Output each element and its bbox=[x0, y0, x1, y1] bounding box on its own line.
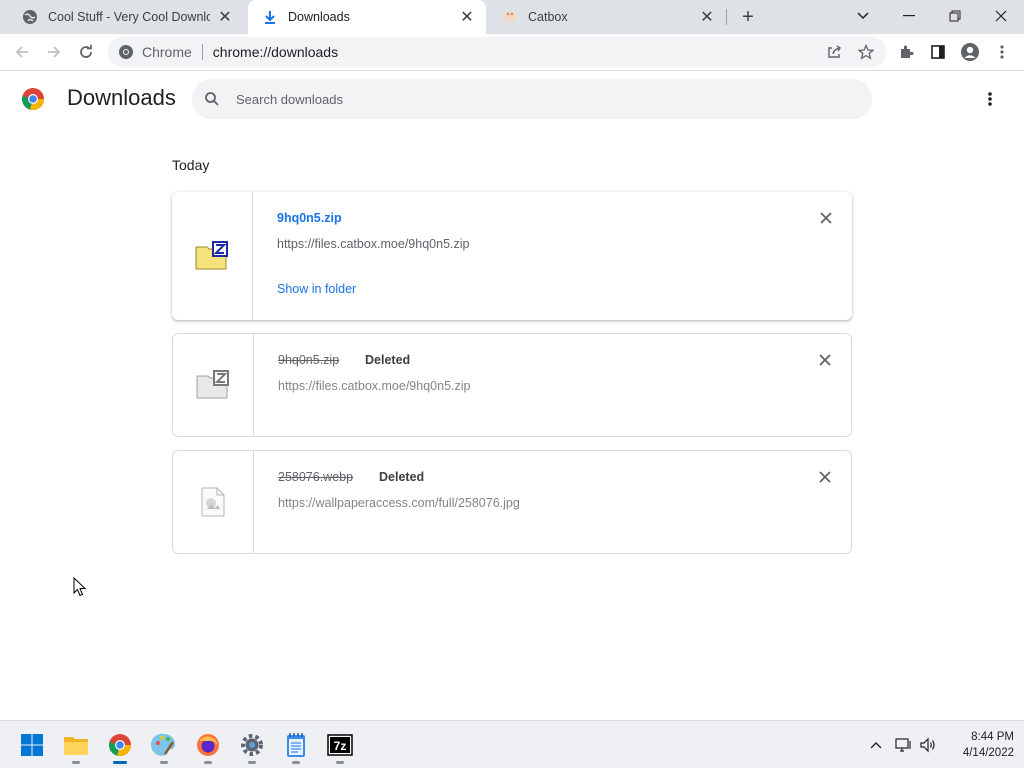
running-indicator bbox=[204, 761, 212, 764]
download-icon bbox=[262, 9, 278, 25]
tab-cool-stuff[interactable]: Cool Stuff - Very Cool Downloads ✕ bbox=[8, 0, 244, 34]
search-icon bbox=[204, 91, 220, 107]
date-section-label: Today bbox=[172, 157, 210, 173]
notepad-icon bbox=[285, 732, 307, 758]
running-indicator bbox=[72, 761, 80, 764]
address-bar[interactable]: Chrome chrome://downloads bbox=[108, 37, 886, 67]
taskbar-firefox[interactable] bbox=[192, 729, 224, 764]
chevron-up-icon[interactable] bbox=[866, 735, 886, 755]
file-icon-column bbox=[173, 451, 254, 553]
bookmark-star-icon[interactable] bbox=[854, 40, 878, 64]
taskbar-paint[interactable] bbox=[148, 729, 180, 764]
remove-item-icon[interactable] bbox=[817, 469, 833, 485]
page-title: Downloads bbox=[67, 85, 176, 110]
taskbar-file-explorer[interactable] bbox=[60, 729, 92, 764]
chrome-menu-icon[interactable] bbox=[990, 40, 1014, 64]
tab-separator bbox=[726, 9, 727, 25]
new-tab-icon[interactable]: + bbox=[736, 5, 760, 29]
extensions-icon[interactable] bbox=[894, 40, 918, 64]
file-icon-column bbox=[173, 334, 254, 436]
chrome-logo-icon bbox=[21, 87, 45, 111]
forward-icon[interactable] bbox=[42, 40, 66, 64]
search-input[interactable] bbox=[236, 91, 836, 107]
clock-time: 8:44 PM bbox=[971, 731, 1014, 743]
remove-item-icon[interactable] bbox=[817, 352, 833, 368]
start-button[interactable] bbox=[16, 729, 48, 761]
mouse-cursor-icon bbox=[73, 576, 87, 602]
download-item: 9hq0n5.zip Deleted https://files.catbox.… bbox=[172, 333, 852, 437]
firefox-icon bbox=[196, 733, 220, 757]
running-indicator bbox=[248, 761, 256, 764]
file-source-url[interactable]: https://files.catbox.moe/9hq0n5.zip bbox=[277, 237, 469, 251]
file-name-deleted: 258076.webp bbox=[278, 470, 353, 484]
url-text: chrome://downloads bbox=[212, 44, 339, 60]
taskbar-settings[interactable] bbox=[236, 729, 268, 764]
running-indicator bbox=[336, 761, 344, 764]
network-icon[interactable] bbox=[894, 735, 914, 755]
running-indicator bbox=[292, 761, 300, 764]
active-indicator bbox=[113, 761, 127, 764]
more-actions-icon[interactable] bbox=[978, 87, 1002, 111]
file-name-text: 9hq0n5.zip bbox=[278, 353, 340, 367]
7zip-icon: 7z bbox=[327, 734, 353, 756]
file-icon-column bbox=[172, 192, 253, 320]
close-icon[interactable]: ✕ bbox=[698, 8, 716, 26]
gear-icon bbox=[240, 733, 264, 757]
site-label: Chrome bbox=[142, 44, 192, 60]
close-icon[interactable]: ✕ bbox=[216, 8, 234, 26]
back-icon[interactable] bbox=[10, 40, 34, 64]
globe-icon bbox=[22, 9, 38, 25]
tab-downloads[interactable]: Downloads ✕ bbox=[248, 0, 486, 34]
tab-title: Cool Stuff - Very Cool Downloads bbox=[48, 10, 210, 24]
taskbar-7zip[interactable]: 7z bbox=[324, 729, 356, 764]
clock-date: 4/14/2022 bbox=[962, 747, 1014, 759]
profile-avatar-icon[interactable] bbox=[958, 40, 982, 64]
taskbar-notepad[interactable] bbox=[280, 729, 312, 764]
restore-icon[interactable] bbox=[932, 0, 978, 32]
status-deleted: Deleted bbox=[365, 353, 411, 367]
windows-logo-icon bbox=[20, 733, 44, 757]
catbox-icon bbox=[502, 9, 518, 25]
volume-icon[interactable] bbox=[918, 735, 938, 755]
taskbar: 7z 8:44 PM 4/14/2022 bbox=[0, 720, 1024, 768]
downloads-header: Downloads bbox=[0, 71, 1024, 127]
system-clock[interactable]: 8:44 PM 4/14/2022 bbox=[948, 729, 1014, 761]
folder-icon bbox=[63, 734, 89, 756]
zip-archive-icon bbox=[195, 241, 229, 271]
svg-text:7z: 7z bbox=[334, 739, 347, 753]
share-icon[interactable] bbox=[822, 40, 846, 64]
taskbar-chrome[interactable] bbox=[104, 729, 136, 764]
chrome-icon bbox=[108, 733, 132, 757]
download-item: 258076.webp Deleted https://wallpaperacc… bbox=[172, 450, 852, 554]
zip-archive-icon bbox=[196, 370, 230, 400]
tab-catbox[interactable]: Catbox ✕ bbox=[488, 0, 726, 34]
reload-icon[interactable] bbox=[74, 40, 98, 64]
file-source-url[interactable]: https://wallpaperaccess.com/full/258076.… bbox=[278, 496, 520, 510]
close-window-icon[interactable] bbox=[978, 0, 1024, 32]
side-panel-icon[interactable] bbox=[926, 40, 950, 64]
remove-item-icon[interactable] bbox=[818, 210, 834, 226]
download-item: 9hq0n5.zip https://files.catbox.moe/9hq0… bbox=[172, 192, 852, 320]
omnibox-separator bbox=[201, 44, 203, 60]
tab-title: Downloads bbox=[288, 10, 350, 24]
file-name-deleted: 9hq0n5.zip bbox=[278, 353, 339, 367]
file-source-url[interactable]: https://files.catbox.moe/9hq0n5.zip bbox=[278, 379, 470, 393]
close-icon[interactable]: ✕ bbox=[458, 8, 476, 26]
show-in-folder-link[interactable]: Show in folder bbox=[277, 282, 356, 296]
search-box[interactable] bbox=[192, 79, 872, 119]
chrome-site-icon bbox=[118, 44, 134, 60]
minimize-icon[interactable] bbox=[886, 0, 932, 32]
file-name-text: 258076.webp bbox=[278, 470, 354, 484]
image-file-icon bbox=[201, 487, 225, 517]
running-indicator bbox=[160, 761, 168, 764]
tab-title: Catbox bbox=[528, 10, 568, 24]
paint-palette-icon bbox=[151, 732, 177, 758]
file-name-link[interactable]: 9hq0n5.zip bbox=[277, 211, 342, 225]
status-deleted: Deleted bbox=[379, 470, 425, 484]
tab-strip: Cool Stuff - Very Cool Downloads ✕ Downl… bbox=[0, 0, 1024, 34]
tab-search-icon[interactable] bbox=[840, 0, 886, 32]
browser-toolbar: Chrome chrome://downloads bbox=[0, 34, 1024, 71]
